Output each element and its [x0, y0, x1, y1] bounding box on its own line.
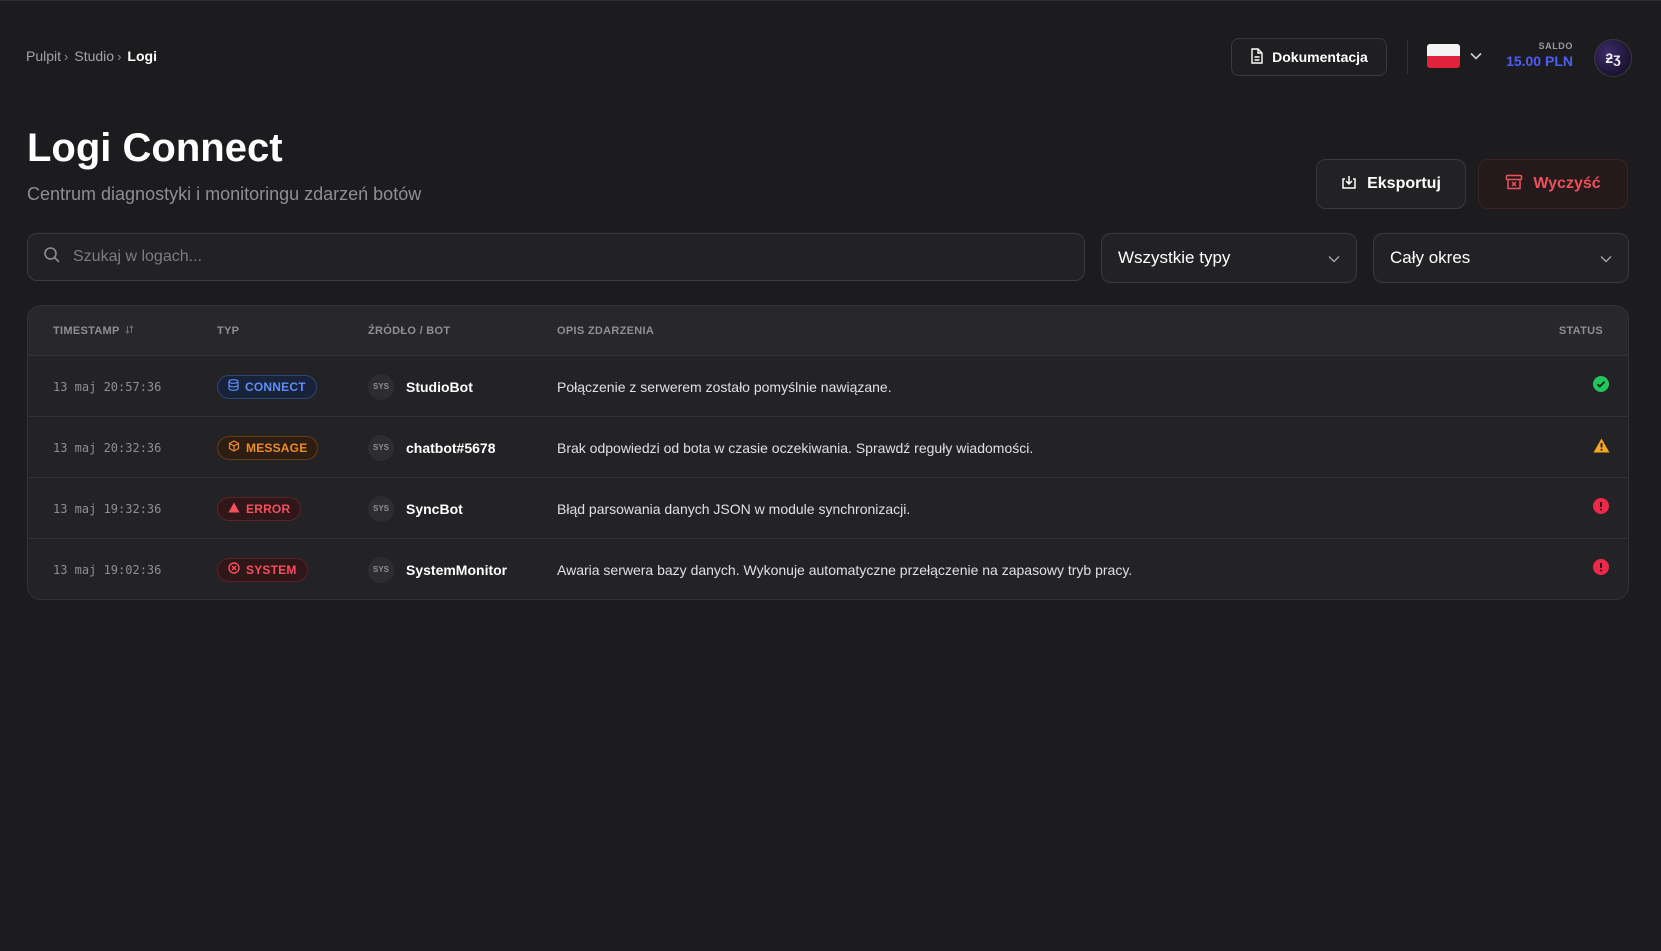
type-label: ERROR — [246, 501, 291, 516]
table-row[interactable]: 13 maj 19:02:36 SYSTEM SYS SystemMonitor… — [28, 539, 1628, 599]
chevron-right-icon: › — [64, 48, 69, 64]
type-label: MESSAGE — [246, 440, 308, 455]
type-badge-system: SYSTEM — [217, 557, 308, 582]
column-header-status: STATUS — [1558, 325, 1603, 337]
table-row[interactable]: 13 maj 20:32:36 MESSAGE SYS chatbot#5678… — [28, 417, 1628, 478]
x-circle-icon — [228, 562, 240, 577]
header-divider — [1407, 40, 1408, 74]
type-filter-value: Wszystkie typy — [1118, 248, 1231, 267]
breadcrumb-item-pulpit[interactable]: Pulpit › — [26, 48, 74, 64]
period-filter-value: Cały okres — [1390, 248, 1471, 267]
table-row[interactable]: 13 maj 19:32:36 ERROR SYS SyncBot Błąd p… — [28, 478, 1628, 539]
documentation-button[interactable]: Dokumentacja — [1231, 38, 1387, 76]
top-border — [0, 0, 1661, 1]
download-icon — [1341, 174, 1357, 195]
error-circle-icon — [1593, 559, 1609, 580]
period-filter-select[interactable]: Cały okres — [1373, 233, 1629, 283]
bot-name: chatbot#5678 — [406, 439, 496, 456]
column-header-description: OPIS ZDARZENIA — [557, 325, 655, 337]
source-tag: SYS — [368, 495, 394, 522]
sort-icon — [125, 325, 134, 337]
event-description: Połączenie z serwerem zostało pomyślnie … — [557, 378, 892, 395]
balance-value: 15.00 PLN — [1506, 53, 1573, 69]
bot-name: SyncBot — [406, 500, 463, 517]
chevron-down-icon — [1470, 47, 1482, 65]
chevron-right-icon: › — [117, 48, 122, 64]
bot-name: SystemMonitor — [406, 561, 508, 578]
type-badge-connect: CONNECT — [217, 374, 317, 399]
trash-icon — [1505, 174, 1523, 195]
breadcrumb: Pulpit › Studio › Logi — [26, 48, 157, 64]
source-tag: SYS — [368, 373, 394, 400]
table-header: TIMESTAMP TYP ŹRÓDŁO / BOT OPIS ZDARZENI… — [28, 306, 1628, 356]
source-tag: SYS — [368, 434, 394, 461]
timestamp: 13 maj 20:32:36 — [53, 440, 162, 455]
logs-table: TIMESTAMP TYP ŹRÓDŁO / BOT OPIS ZDARZENI… — [27, 305, 1629, 600]
breadcrumb-label: Pulpit — [26, 48, 62, 64]
event-description: Błąd parsowania danych JSON w module syn… — [557, 500, 911, 517]
column-header-type: TYP — [217, 325, 240, 337]
alert-triangle-icon — [228, 502, 240, 516]
type-label: CONNECT — [245, 379, 306, 394]
column-label: TIMESTAMP — [53, 325, 120, 337]
balance-display: SALDO 15.00 PLN — [1506, 41, 1573, 69]
clear-label: Wyczyść — [1533, 175, 1601, 192]
breadcrumb-current: Logi — [127, 48, 157, 64]
document-icon — [1250, 47, 1264, 67]
search-icon — [43, 246, 61, 269]
language-selector[interactable] — [1427, 44, 1482, 68]
type-label: SYSTEM — [246, 562, 297, 577]
timestamp: 13 maj 19:02:36 — [53, 562, 162, 577]
event-description: Awaria serwera bazy danych. Wykonuje aut… — [557, 561, 1133, 578]
database-icon — [228, 379, 239, 394]
documentation-label: Dokumentacja — [1272, 49, 1368, 65]
breadcrumb-item-studio[interactable]: Studio › — [74, 48, 127, 64]
poland-flag-icon — [1427, 44, 1460, 68]
export-button[interactable]: Eksportuj — [1316, 159, 1466, 209]
column-header-source: ŹRÓDŁO / BOT — [368, 325, 451, 337]
balance-label: SALDO — [1538, 41, 1573, 51]
column-header-timestamp[interactable]: TIMESTAMP — [53, 325, 134, 337]
breadcrumb-label: Studio — [74, 48, 115, 64]
chevron-down-icon — [1328, 248, 1340, 268]
timestamp: 13 maj 20:57:36 — [53, 379, 162, 394]
timestamp: 13 maj 19:32:36 — [53, 501, 162, 516]
source-tag: SYS — [368, 556, 394, 583]
page-subtitle: Centrum diagnostyki i monitoringu zdarze… — [27, 184, 422, 204]
type-badge-error: ERROR — [217, 496, 302, 521]
page-title: Logi Connect — [27, 126, 283, 170]
warning-triangle-icon — [1593, 438, 1610, 458]
type-badge-message: MESSAGE — [217, 435, 319, 460]
export-label: Eksportuj — [1367, 175, 1441, 192]
table-row[interactable]: 13 maj 20:57:36 CONNECT SYS StudioBot Po… — [28, 356, 1628, 417]
search-input[interactable] — [73, 248, 1084, 266]
avatar[interactable]: ƻʒ — [1594, 39, 1632, 77]
type-filter-select[interactable]: Wszystkie typy — [1101, 233, 1357, 283]
avatar-text: ƻʒ — [1605, 50, 1621, 66]
clear-button[interactable]: Wyczyść — [1478, 159, 1628, 209]
box-icon — [228, 440, 240, 455]
event-description: Brak odpowiedzi od bota w czasie oczekiw… — [557, 439, 1034, 456]
error-circle-icon — [1593, 498, 1609, 519]
bot-name: StudioBot — [406, 378, 473, 395]
check-circle-icon — [1593, 376, 1609, 397]
chevron-down-icon — [1600, 248, 1612, 268]
search-box — [27, 233, 1085, 281]
